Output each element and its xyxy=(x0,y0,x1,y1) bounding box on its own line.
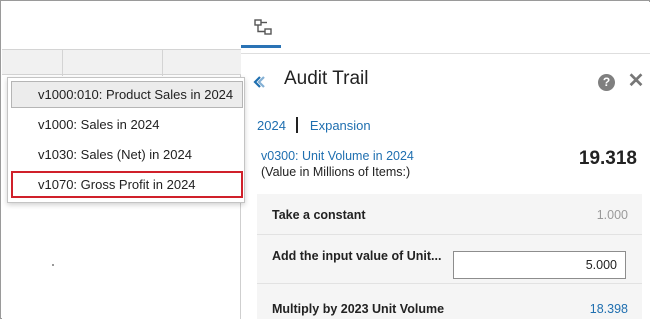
calculation-steps: Take a constant 1.000 Add the input valu… xyxy=(257,194,642,319)
menu-item-gross-profit[interactable]: v1070: Gross Profit in 2024 xyxy=(11,171,243,198)
audit-trail-panel: Audit Trail ? ✕ 2024 Expansion v0300: Uni… xyxy=(241,2,650,319)
step-label: Add the input value of Unit... xyxy=(272,249,442,263)
breadcrumb-expansion[interactable]: Expansion xyxy=(310,118,371,133)
breadcrumb: 2024 Expansion xyxy=(257,117,371,133)
chevron-left-icon[interactable] xyxy=(251,74,267,90)
active-tab-indicator xyxy=(241,45,281,48)
grid-column-header[interactable] xyxy=(62,50,162,76)
grid-cell-marker xyxy=(52,264,54,266)
unit-input-field[interactable]: 5.000 xyxy=(453,251,626,279)
step-label: Multiply by 2023 Unit Volume xyxy=(272,302,445,316)
step-label: Take a constant xyxy=(272,208,366,222)
breadcrumb-year[interactable]: 2024 xyxy=(257,118,286,133)
panel-tab-bar xyxy=(241,2,650,54)
metric-total-value: 19.318 xyxy=(578,148,637,169)
close-icon[interactable]: ✕ xyxy=(626,71,646,91)
breadcrumb-separator xyxy=(295,117,298,133)
step-row: Take a constant 1.000 xyxy=(257,194,642,234)
step-value: 1.000 xyxy=(596,208,628,222)
grid-header-row xyxy=(2,49,241,76)
window-frame: v1000:010: Product Sales in 2024 v1000: … xyxy=(0,0,650,319)
metric-name-link[interactable]: v0300: Unit Volume in 2024 xyxy=(261,149,414,163)
menu-item-sales-net[interactable]: v1030: Sales (Net) in 2024 xyxy=(11,141,243,168)
metric-unit-label: (Value in Millions of Items:) xyxy=(261,165,411,179)
step-value-link[interactable]: 18.398 xyxy=(590,302,628,316)
menu-item-sales[interactable]: v1000: Sales in 2024 xyxy=(11,111,243,138)
navigation-dropdown-menu: v1000:010: Product Sales in 2024 v1000: … xyxy=(7,77,245,203)
grid-toolbar xyxy=(2,2,241,49)
step-row: Multiply by 2023 Unit Volume 18.398 xyxy=(257,284,642,319)
step-row: Add the input value of Unit... 5.000 xyxy=(257,235,642,283)
menu-item-product-sales[interactable]: v1000:010: Product Sales in 2024 xyxy=(11,81,243,108)
help-icon[interactable]: ? xyxy=(598,74,615,91)
grid-column-header[interactable] xyxy=(162,50,241,76)
panel-title: Audit Trail xyxy=(284,68,369,89)
hierarchy-icon[interactable] xyxy=(251,14,279,40)
